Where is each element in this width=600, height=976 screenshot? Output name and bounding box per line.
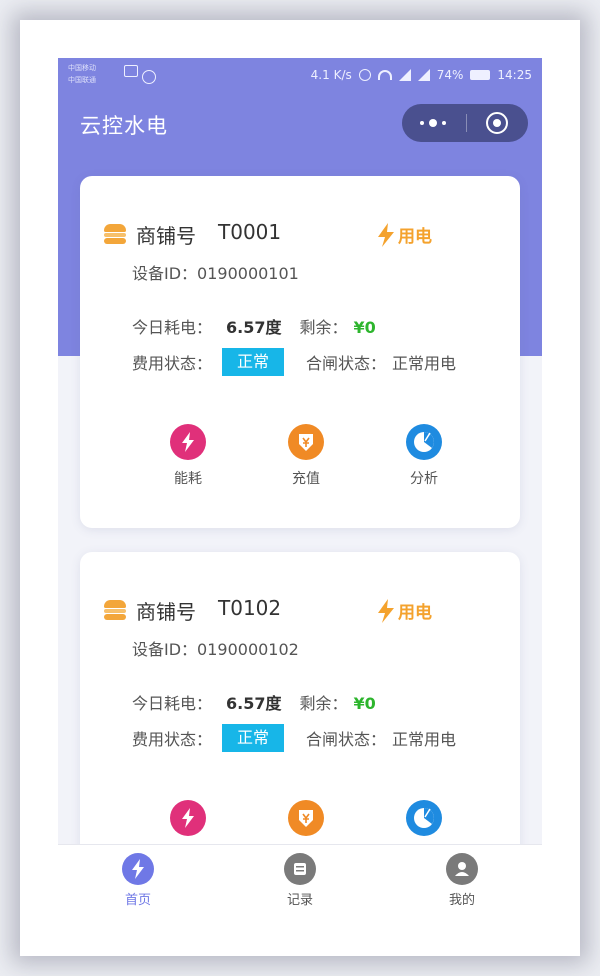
today-usage-label: 今日耗电： — [132, 318, 213, 337]
shop-label: 商铺号 — [136, 224, 196, 248]
status-row: 费用状态： 正常 合闸状态： 正常用电 — [132, 724, 456, 752]
battery-icon — [470, 70, 491, 80]
shop-card[interactable]: 商铺号 T0001 用电 设备ID：0190000101 今日耗电： 6.57度… — [80, 176, 520, 528]
recharge-icon — [288, 800, 324, 836]
fee-status-badge: 正常 — [222, 724, 285, 752]
notification-icon — [124, 65, 138, 77]
carrier-label-1: 中国移动 — [68, 64, 96, 72]
tab-bar: 首页 记录 我的 — [58, 844, 542, 918]
today-usage-label: 今日耗电： — [132, 694, 213, 713]
shop-id: T0001 — [218, 220, 282, 244]
remaining-label: 剩余： — [299, 318, 348, 337]
gate-status-label: 合闸状态： — [306, 730, 387, 749]
analysis-button[interactable]: 分析 — [394, 424, 454, 488]
target-icon-center — [493, 119, 501, 127]
recharge-label: 充值 — [292, 471, 320, 487]
usage-row: 今日耗电： 6.57度 剩余： ¥0 — [132, 314, 376, 338]
recharge-icon — [288, 424, 324, 460]
tab-mine[interactable]: 我的 — [422, 853, 502, 908]
signal-icon — [398, 69, 411, 81]
dot-icon — [442, 121, 446, 125]
remaining-value: ¥0 — [353, 318, 376, 337]
energy-icon — [170, 424, 206, 460]
pie-chart-icon — [406, 424, 442, 460]
bolt-icon — [378, 222, 394, 247]
today-usage-value: 6.57度 — [226, 694, 282, 713]
usage-row: 今日耗电： 6.57度 剩余： ¥0 — [132, 690, 376, 714]
shop-card-list: 商铺号 T0001 用电 设备ID：0190000101 今日耗电： 6.57度… — [80, 176, 520, 918]
energy-button[interactable]: 能耗 — [158, 424, 218, 488]
pie-chart-icon — [406, 800, 442, 836]
power-label: 用电 — [398, 227, 432, 247]
fee-status-label: 费用状态： — [132, 354, 213, 373]
tab-home[interactable]: 首页 — [98, 853, 178, 908]
battery-percent: 74% — [436, 68, 464, 82]
shop-icon — [104, 224, 126, 244]
analysis-label: 分析 — [410, 471, 438, 487]
tab-home-label: 首页 — [124, 893, 151, 908]
more-menu-button[interactable] — [402, 104, 466, 142]
nav-bar: 云控水电 — [58, 98, 542, 150]
dot-icon — [420, 121, 424, 125]
device-id: 设备ID：0190000102 — [132, 640, 299, 659]
remaining-label: 剩余： — [299, 694, 348, 713]
sync-icon — [142, 70, 156, 84]
network-speed: 4.1 K/s — [310, 68, 352, 82]
today-usage-value: 6.57度 — [226, 318, 282, 337]
close-miniprogram-button[interactable] — [466, 104, 528, 142]
device-id: 设备ID：0190000101 — [132, 264, 299, 283]
gate-status-label: 合闸状态： — [306, 354, 387, 373]
energy-label: 能耗 — [174, 471, 202, 487]
status-bar: 中国移动 中国联通 4.1 K/s 74% 14:25 — [58, 58, 542, 92]
recharge-button[interactable]: 充值 — [276, 424, 336, 488]
signal-icon-2 — [417, 69, 430, 81]
wifi-icon — [377, 70, 392, 80]
tab-records[interactable]: 记录 — [260, 853, 340, 908]
carrier-label-2: 中国联通 — [68, 76, 96, 84]
status-row: 费用状态： 正常 合闸状态： 正常用电 — [132, 348, 456, 376]
gate-status-value: 正常用电 — [392, 354, 457, 373]
energy-icon — [170, 800, 206, 836]
power-label: 用电 — [398, 603, 432, 623]
clock: 14:25 — [497, 68, 532, 82]
shop-id: T0102 — [218, 596, 282, 620]
fee-status-label: 费用状态： — [132, 730, 213, 749]
headset-icon — [358, 69, 371, 81]
records-icon — [284, 853, 316, 885]
status-bar-left: 中国移动 中国联通 — [68, 62, 156, 88]
bolt-icon — [378, 598, 394, 623]
remaining-value: ¥0 — [353, 694, 376, 713]
fee-status-badge: 正常 — [222, 348, 285, 376]
app-title: 云控水电 — [80, 114, 168, 138]
phone-screen: 中国移动 中国联通 4.1 K/s 74% 14:25 云控水电 商铺号 T00… — [58, 58, 542, 918]
gate-status-value: 正常用电 — [392, 730, 457, 749]
user-icon — [446, 853, 478, 885]
shop-label: 商铺号 — [136, 600, 196, 624]
status-bar-right: 4.1 K/s 74% 14:25 — [311, 66, 532, 84]
miniprogram-capsule — [402, 104, 528, 142]
dot-icon — [429, 119, 437, 127]
power-tag: 用电 — [376, 222, 432, 247]
tab-mine-label: 我的 — [448, 893, 475, 908]
shop-icon — [104, 600, 126, 620]
tab-records-label: 记录 — [286, 893, 313, 908]
card-actions: 能耗 充值 分析 — [158, 424, 448, 494]
power-tag: 用电 — [376, 598, 432, 623]
bolt-icon — [122, 853, 154, 885]
